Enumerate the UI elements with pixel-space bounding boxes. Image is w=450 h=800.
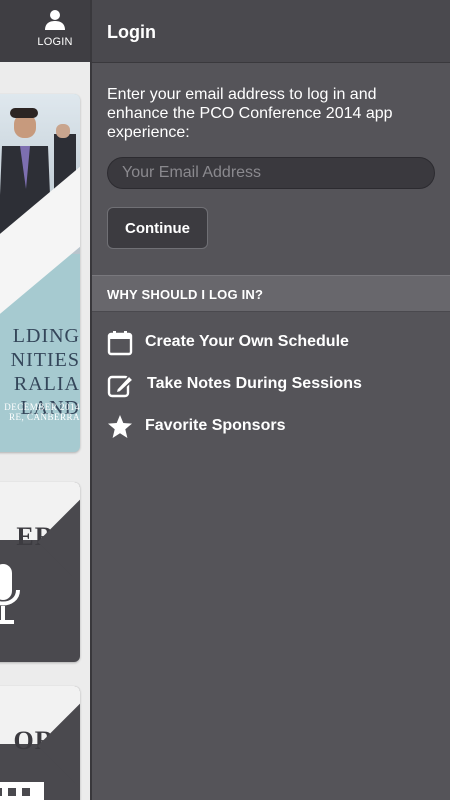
- benefit-label: Take Notes During Sessions: [147, 375, 362, 392]
- benefit-item-schedule: Create Your Own Schedule: [107, 330, 427, 358]
- benefit-label: Favorite Sponsors: [145, 417, 286, 434]
- continue-button[interactable]: Continue: [107, 207, 208, 249]
- home-topbar: LOGIN: [0, 0, 90, 62]
- building-icon: [0, 782, 44, 800]
- calendar-icon: [107, 331, 133, 356]
- login-tab-label: LOGIN: [37, 36, 73, 48]
- microphone-icon: [0, 564, 20, 624]
- login-tab[interactable]: LOGIN: [20, 6, 90, 58]
- benefit-item-sponsors: Favorite Sponsors: [107, 414, 427, 442]
- page-title: Login: [107, 22, 156, 42]
- banner-date: DECEMBER 2014 RE, CANBERRA: [4, 402, 80, 422]
- sponsors-tile[interactable]: ORS: [0, 686, 80, 800]
- conference-banner-tile[interactable]: LDING NITIES RALIA LAND DECEMBER 2014 RE…: [0, 94, 80, 452]
- home-background: LOGIN LDING NITIES RALIA LAND DECEMBER 2…: [0, 0, 90, 800]
- section-title: WHY SHOULD I LOG IN?: [107, 287, 264, 302]
- login-intro-text: Enter your email address to log in and e…: [107, 86, 393, 141]
- benefit-label: Create Your Own Schedule: [145, 333, 349, 350]
- login-panel: Login Enter your email address to log in…: [90, 0, 450, 800]
- why-login-section-header: WHY SHOULD I LOG IN?: [92, 275, 450, 312]
- email-input[interactable]: [107, 157, 435, 189]
- notes-edit-icon: [107, 374, 135, 398]
- benefit-item-notes: Take Notes During Sessions: [107, 372, 427, 400]
- speakers-tile[interactable]: ERS: [0, 482, 80, 662]
- login-header: Login: [92, 0, 450, 63]
- star-icon: [108, 415, 132, 438]
- user-icon: [45, 10, 65, 30]
